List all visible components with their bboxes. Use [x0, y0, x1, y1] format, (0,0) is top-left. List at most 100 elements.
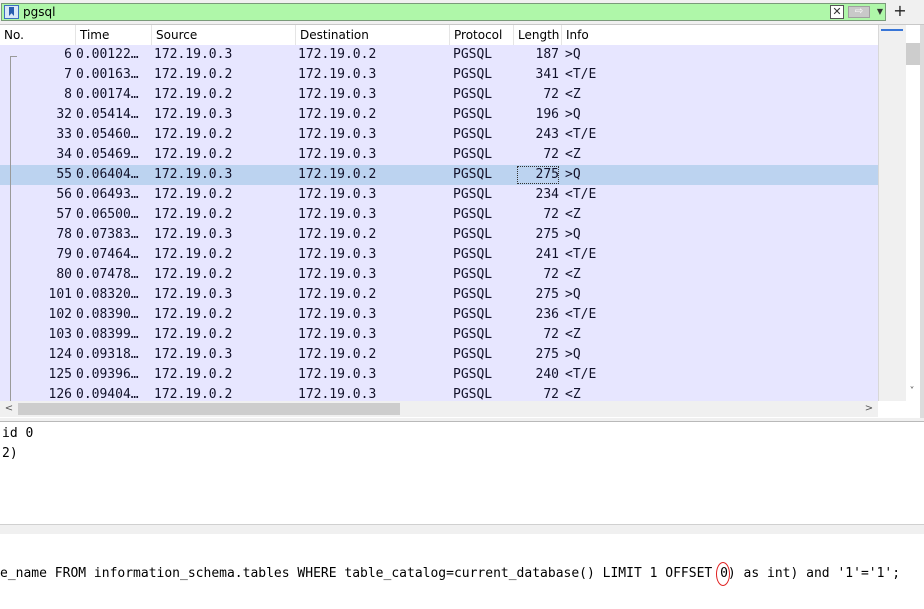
packet-row[interactable]: 8 0.00174… 172.19.0.2 172.19.0.3 PGSQL 72 <Z	[0, 85, 878, 105]
display-filter-input[interactable]: pgsql ✕ ⇨ ▼	[1, 3, 886, 21]
scroll-left-icon[interactable]: <	[2, 401, 16, 417]
packet-cell-time: 0.08399…	[76, 327, 139, 342]
packet-row[interactable]: 78 0.07383… 172.19.0.3 172.19.0.2 PGSQL 275 >Q	[0, 225, 878, 245]
scroll-down-icon[interactable]: ˅	[905, 385, 919, 399]
packet-cell-dst: 172.19.0.3	[298, 327, 377, 342]
column-header-protocol[interactable]: Protocol	[450, 25, 514, 45]
vertical-scroll-thumb[interactable]	[906, 43, 920, 65]
packet-cell-dst: 172.19.0.3	[298, 247, 377, 262]
scroll-right-icon[interactable]: >	[862, 401, 876, 417]
packet-row[interactable]: 55 0.06404… 172.19.0.3 172.19.0.2 PGSQL 275 >Q	[0, 165, 878, 185]
query-text-after: ) as int) and '1'='1';	[727, 566, 901, 581]
packet-cell-proto: PGSQL	[453, 47, 493, 62]
packet-cell-dst: 172.19.0.3	[298, 127, 377, 142]
packet-row[interactable]: 101 0.08320… 172.19.0.3 172.19.0.2 PGSQL 275 >…	[0, 285, 878, 305]
packet-row[interactable]: 102 0.08390… 172.19.0.2 172.19.0.3 PGSQL 236 <…	[0, 305, 878, 325]
packet-cell-time: 0.05469…	[76, 147, 139, 162]
filter-text[interactable]: pgsql	[23, 5, 55, 19]
packet-cell-src: 172.19.0.3	[154, 227, 233, 242]
packet-cell-proto: PGSQL	[453, 387, 493, 401]
packet-cell-proto: PGSQL	[453, 307, 493, 322]
packet-cell-info: >Q	[565, 107, 581, 122]
packet-cell-dst: 172.19.0.3	[298, 87, 377, 102]
packet-cell-len: 275	[535, 287, 559, 302]
packet-cell-len: 187	[535, 47, 559, 62]
packet-row[interactable]: 33 0.05460… 172.19.0.2 172.19.0.3 PGSQL 243 <T…	[0, 125, 878, 145]
packet-row[interactable]: 124 0.09318… 172.19.0.3 172.19.0.2 PGSQL 275 >…	[0, 345, 878, 365]
packet-cell-proto: PGSQL	[453, 227, 493, 242]
packet-cell-len: 236	[535, 307, 559, 322]
packet-row[interactable]: 32 0.05414… 172.19.0.3 172.19.0.2 PGSQL 196 >Q	[0, 105, 878, 125]
packet-cell-info: <Z	[565, 147, 581, 162]
column-header-time[interactable]: Time	[76, 25, 152, 45]
packet-row[interactable]: 79 0.07464… 172.19.0.2 172.19.0.3 PGSQL 241 <T…	[0, 245, 878, 265]
packet-cell-dst: 172.19.0.2	[298, 227, 377, 242]
packet-row[interactable]: 126 0.09404… 172.19.0.2 172.19.0.3 PGSQL 72 <Z	[0, 385, 878, 401]
horizontal-scrollbar[interactable]: < >	[0, 401, 878, 417]
packet-cell-time: 0.09318…	[76, 347, 139, 362]
packet-cell-len: 72	[543, 327, 559, 342]
packet-cell-len: 72	[543, 387, 559, 401]
packet-cell-proto: PGSQL	[453, 187, 493, 202]
packet-cell-info: <T/E	[565, 307, 597, 322]
column-header-no[interactable]: No.	[0, 25, 76, 45]
packet-cell-info: <T/E	[565, 187, 597, 202]
window-edge	[920, 25, 924, 418]
packet-cell-time: 0.05414…	[76, 107, 139, 122]
packet-cell-dst: 172.19.0.2	[298, 47, 377, 62]
packet-cell-proto: PGSQL	[453, 147, 493, 162]
packet-row[interactable]: 57 0.06500… 172.19.0.2 172.19.0.3 PGSQL 72 <Z	[0, 205, 878, 225]
packet-cell-len: 275	[535, 347, 559, 362]
apply-filter-icon[interactable]: ⇨	[848, 6, 870, 18]
packet-cell-time: 0.00174…	[76, 87, 139, 102]
packet-row[interactable]: 103 0.08399… 172.19.0.2 172.19.0.3 PGSQL 72 <Z	[0, 325, 878, 345]
packet-cell-src: 172.19.0.2	[154, 367, 233, 382]
packet-cell-src: 172.19.0.2	[154, 267, 233, 282]
horizontal-scroll-thumb[interactable]	[18, 403, 400, 415]
detail-line[interactable]: 2)	[2, 444, 18, 464]
column-header-info[interactable]: Info	[562, 25, 878, 45]
packet-cell-info: <T/E	[565, 247, 597, 262]
detail-line[interactable]: id 0	[2, 424, 33, 444]
packet-cell-proto: PGSQL	[453, 67, 493, 82]
packet-cell-src: 172.19.0.2	[154, 307, 233, 322]
add-filter-button[interactable]: +	[891, 1, 909, 21]
column-header-length[interactable]: Length	[514, 25, 562, 45]
packet-row[interactable]: 34 0.05469… 172.19.0.2 172.19.0.3 PGSQL 72 <Z	[0, 145, 878, 165]
bookmark-icon[interactable]	[4, 5, 19, 19]
packet-cell-time: 0.07464…	[76, 247, 139, 262]
packet-cell-proto: PGSQL	[453, 127, 493, 142]
packet-cell-dst: 172.19.0.3	[298, 187, 377, 202]
packet-cell-dst: 172.19.0.3	[298, 267, 377, 282]
packet-cell-time: 0.06493…	[76, 187, 139, 202]
scroll-position-marker	[881, 29, 903, 31]
packet-cell-time: 0.07383…	[76, 227, 139, 242]
packet-row[interactable]: 7 0.00163… 172.19.0.2 172.19.0.3 PGSQL 341 <T/…	[0, 65, 878, 85]
packet-cell-src: 172.19.0.3	[154, 107, 233, 122]
packet-cell-proto: PGSQL	[453, 167, 493, 182]
packet-cell-len: 234	[535, 187, 559, 202]
packet-cell-proto: PGSQL	[453, 267, 493, 282]
column-header-destination[interactable]: Destination	[296, 25, 450, 45]
chevron-down-icon[interactable]: ▼	[874, 5, 886, 19]
packet-cell-info: >Q	[565, 167, 581, 182]
packet-cell-info: <T/E	[565, 67, 597, 82]
packet-cell-info: >Q	[565, 347, 581, 362]
conversation-bracket-tick	[10, 56, 17, 57]
packet-cell-dst: 172.19.0.3	[298, 367, 377, 382]
packet-cell-info: <Z	[565, 267, 581, 282]
vertical-scrollbar[interactable]: ˅	[878, 25, 920, 401]
packet-row[interactable]: 125 0.09396… 172.19.0.2 172.19.0.3 PGSQL 240 <…	[0, 365, 878, 385]
packet-cell-proto: PGSQL	[453, 367, 493, 382]
packet-row[interactable]: 80 0.07478… 172.19.0.2 172.19.0.3 PGSQL 72 <Z	[0, 265, 878, 285]
packet-row[interactable]: 56 0.06493… 172.19.0.2 172.19.0.3 PGSQL 234 <T…	[0, 185, 878, 205]
packet-cell-time: 0.00163…	[76, 67, 139, 82]
packet-cell-time: 0.06500…	[76, 207, 139, 222]
highlighted-offset: 0	[716, 562, 731, 586]
packet-cell-src: 172.19.0.2	[154, 327, 233, 342]
packet-cell-len: 241	[535, 247, 559, 262]
column-header-source[interactable]: Source	[152, 25, 296, 45]
packet-row[interactable]: 6 0.00122… 172.19.0.3 172.19.0.2 PGSQL 187 >Q	[0, 45, 878, 65]
packet-cell-info: >Q	[565, 47, 581, 62]
clear-filter-icon[interactable]: ✕	[830, 5, 844, 19]
